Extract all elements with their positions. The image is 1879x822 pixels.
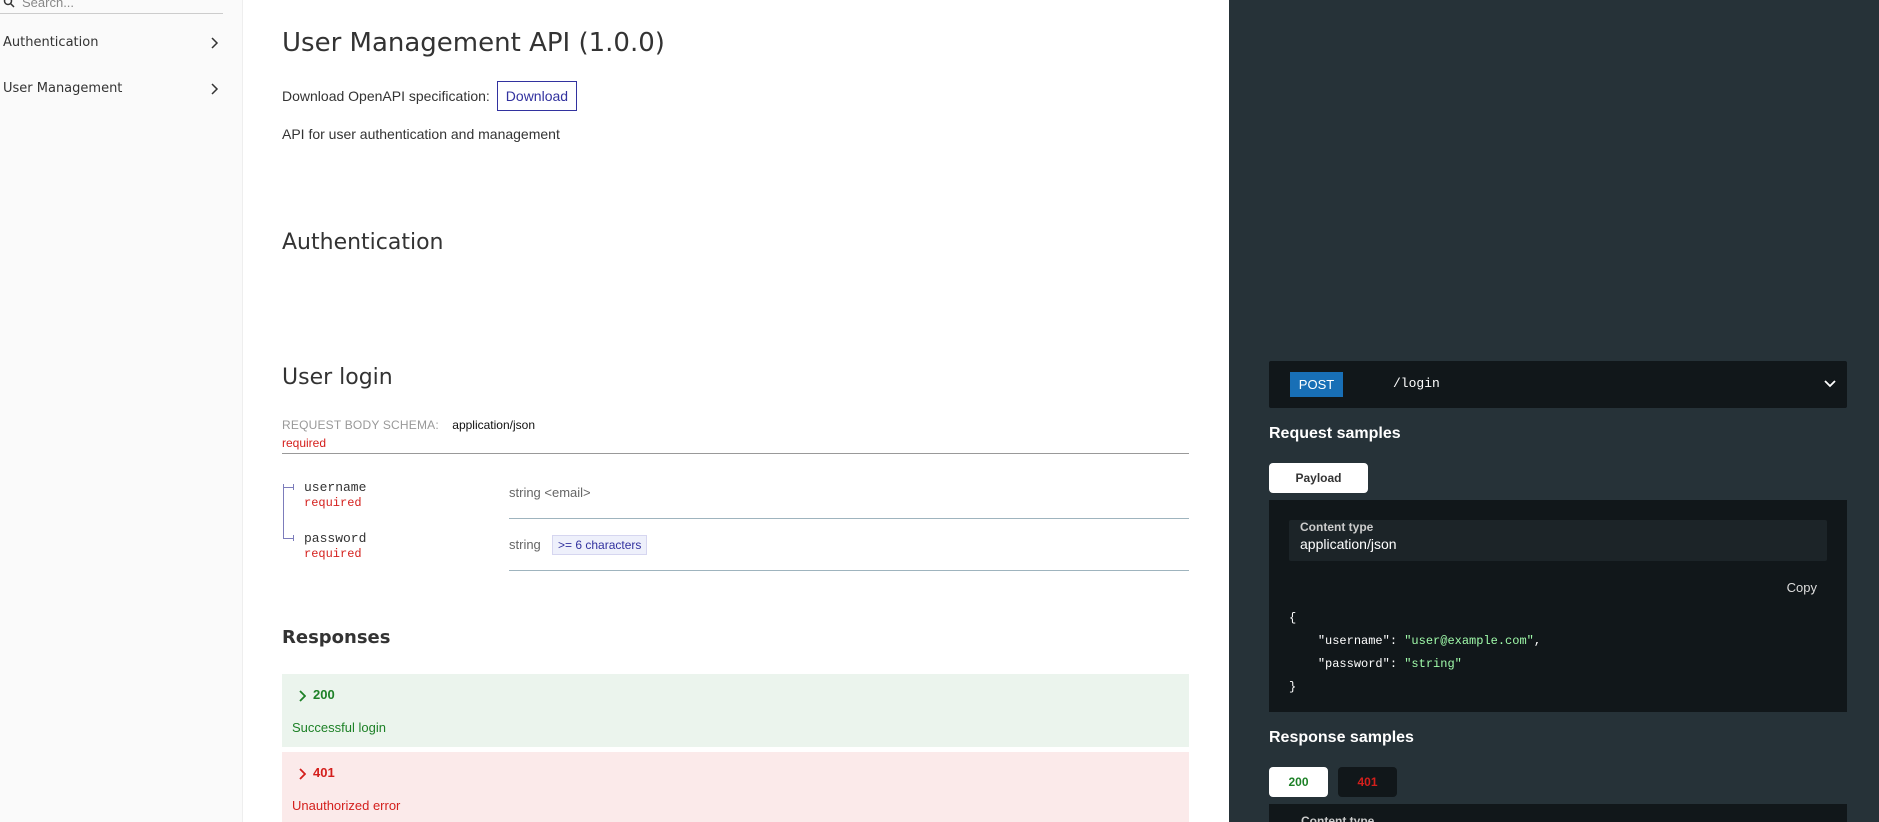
content-type-label: Content type xyxy=(1300,520,1374,534)
main-content: User Management API (1.0.0) Download Ope… xyxy=(282,0,1189,822)
search-icon xyxy=(3,0,15,8)
sidebar: Authentication User Management xyxy=(0,0,243,822)
property-name-username: username xyxy=(304,480,367,495)
property-required-password: required xyxy=(304,547,362,561)
sidebar-item-authentication[interactable]: Authentication xyxy=(0,30,223,56)
code-key: "username" xyxy=(1317,634,1390,648)
search-box xyxy=(0,0,223,14)
operation-title: User login xyxy=(282,365,393,390)
page-title: User Management API (1.0.0) xyxy=(282,28,665,58)
request-samples-title: Request samples xyxy=(1269,425,1401,442)
tree-branch xyxy=(283,487,293,488)
tab-response-401[interactable]: 401 xyxy=(1338,767,1397,797)
response-samples-title: Response samples xyxy=(1269,729,1414,746)
tree-branch-end xyxy=(293,535,294,541)
property-required-username: required xyxy=(304,496,362,510)
copy-button[interactable]: Copy xyxy=(1787,580,1817,595)
code-brace: { xyxy=(1289,611,1297,625)
code-key: "password" xyxy=(1317,657,1390,671)
response-code: 200 xyxy=(313,687,335,702)
property-divider xyxy=(509,570,1189,571)
download-button[interactable]: Download xyxy=(496,81,578,111)
sidebar-item-label: User Management xyxy=(3,81,123,96)
code-string: "string" xyxy=(1404,657,1462,671)
api-description: API for user authentication and manageme… xyxy=(282,126,560,142)
tree-line xyxy=(283,484,284,538)
tab-response-200[interactable]: 200 xyxy=(1269,767,1328,797)
download-label: Download OpenAPI specification: xyxy=(282,88,490,104)
tree-branch-end xyxy=(293,484,294,490)
chevron-down-icon xyxy=(1824,380,1836,388)
request-body-type: application/json xyxy=(452,418,536,432)
request-body-label: REQUEST BODY SCHEMA: xyxy=(282,418,439,432)
response-description: Unauthorized error xyxy=(292,798,401,813)
request-body-schema: REQUEST BODY SCHEMA: application/json xyxy=(282,418,535,432)
search-input[interactable] xyxy=(22,0,217,10)
response-200[interactable]: 200 Successful login xyxy=(282,674,1189,747)
sidebar-item-label: Authentication xyxy=(3,35,99,50)
code-string: "user@example.com" xyxy=(1404,634,1534,648)
code-brace: } xyxy=(1289,680,1297,694)
right-panel: POST /login Request samples Payload Cont… xyxy=(1229,0,1879,822)
divider xyxy=(282,453,1189,454)
chevron-right-icon xyxy=(211,37,219,49)
endpoint-path: /login xyxy=(1393,376,1440,391)
response-sample: Content type xyxy=(1269,804,1847,822)
download-row: Download OpenAPI specification: Download xyxy=(282,80,578,112)
property-constraint-password: >= 6 characters xyxy=(552,535,648,555)
section-title: Authentication xyxy=(282,230,444,255)
chevron-right-icon xyxy=(299,768,306,780)
code-sample: { "username": "user@example.com", "passw… xyxy=(1289,611,1542,694)
responses-title: Responses xyxy=(282,627,391,648)
property-name-password: password xyxy=(304,531,367,546)
sidebar-item-user-management[interactable]: User Management xyxy=(0,76,223,102)
property-type-username: string <email> xyxy=(509,485,591,500)
tree-branch xyxy=(283,538,293,539)
response-description: Successful login xyxy=(292,720,386,735)
request-sample: Content type application/json Copy { "us… xyxy=(1269,500,1847,712)
chevron-right-icon xyxy=(211,83,219,95)
endpoint-selector[interactable]: POST /login xyxy=(1269,361,1847,408)
tab-payload[interactable]: Payload xyxy=(1269,463,1368,493)
content-type-box: Content type application/json xyxy=(1289,520,1827,561)
content-type-label: Content type xyxy=(1301,814,1375,822)
request-body-required: required xyxy=(282,436,327,450)
property-type-password: string xyxy=(509,537,541,552)
property-divider xyxy=(509,518,1189,519)
content-type-value: application/json xyxy=(1300,536,1397,552)
response-code: 401 xyxy=(313,765,335,780)
chevron-right-icon xyxy=(299,690,306,702)
response-401[interactable]: 401 Unauthorized error xyxy=(282,752,1189,822)
method-badge: POST xyxy=(1290,372,1343,397)
